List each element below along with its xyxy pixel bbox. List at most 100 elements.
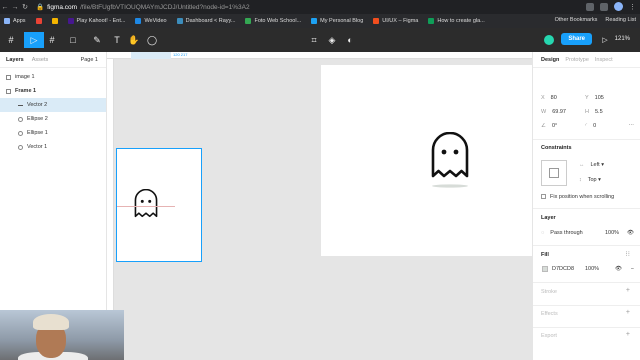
component-icon[interactable]: ⌗ (308, 32, 320, 48)
fill-swatch[interactable] (542, 266, 548, 272)
ghost-icon[interactable] (133, 189, 159, 225)
image-frame[interactable] (321, 65, 532, 256)
layer-row[interactable]: image 1 (0, 70, 106, 84)
more-options-icon[interactable]: ⋯ (629, 123, 635, 129)
layer-row[interactable]: Ellipse 1 (0, 126, 106, 140)
fill-hex[interactable]: D7DCD8 (552, 266, 574, 272)
layer-label: Ellipse 2 (27, 116, 48, 122)
extension-icon[interactable] (600, 2, 608, 11)
layer-label: Frame 1 (15, 88, 37, 94)
user-avatar[interactable] (544, 35, 554, 45)
tab-design[interactable]: Design (541, 57, 559, 63)
lock-icon: 🔒 (36, 4, 45, 11)
selected-vector-line[interactable] (117, 206, 175, 207)
bookmark-item[interactable] (51, 18, 58, 24)
zoom-level[interactable]: 121% (615, 36, 630, 42)
canvas[interactable]: 120 217 (107, 52, 532, 360)
tab-layers[interactable]: Layers (6, 57, 24, 63)
layer-label: Vector 2 (27, 102, 48, 108)
layer-row[interactable]: Ellipse 2 (0, 112, 106, 126)
hand-tool-icon[interactable]: ✋ (128, 32, 140, 48)
remove-fill-icon[interactable]: − (631, 266, 634, 272)
shape-tool-icon[interactable]: □ (66, 32, 80, 48)
frame-layer-icon (6, 88, 11, 94)
bookmark-favicon-icon (311, 18, 318, 24)
bookmark-item[interactable]: Apps (4, 18, 26, 24)
height-field[interactable]: H 5.5 (585, 109, 603, 115)
add-fill-icon[interactable]: ⁝⁝ (626, 250, 630, 258)
fill-title: Fill (541, 252, 549, 258)
tab-prototype[interactable]: Prototype (565, 57, 589, 63)
more-icon[interactable]: ⋮ (629, 3, 636, 11)
main-menu-icon[interactable]: # (4, 32, 18, 48)
constraints-title: Constraints (541, 145, 572, 151)
profile-avatar[interactable] (614, 2, 623, 11)
layer-opacity[interactable]: 100% (605, 230, 619, 236)
contrast-icon[interactable]: ◐ (344, 32, 356, 48)
bookmark-label: Apps (13, 18, 26, 24)
y-field[interactable]: Y 105 (585, 95, 604, 101)
comment-tool-icon[interactable]: ◯ (146, 32, 158, 48)
bookmark-item[interactable]: UI/UX – Figma (373, 18, 418, 24)
radius-field[interactable]: ◜ 0 (585, 123, 596, 129)
blend-mode-select[interactable]: ◌ Pass through (541, 230, 583, 236)
add-export-icon[interactable]: + (626, 331, 630, 338)
visibility-icon[interactable]: 👁 (627, 230, 634, 236)
extension-icon[interactable] (586, 2, 594, 11)
bookmarks-bar: Apps Play Kahoot! - Ent... WeVideo Dashboar… (0, 14, 640, 28)
layer-label: Vector 1 (27, 144, 48, 150)
ruler-label: 120 217 (173, 52, 188, 57)
ghost-icon[interactable] (430, 132, 470, 190)
effects-title: Effects (541, 311, 558, 317)
bookmark-item[interactable]: Play Kahoot! - Ent... (67, 18, 125, 24)
frame-1[interactable] (116, 148, 202, 262)
layer-row[interactable]: Frame 1 (0, 84, 106, 98)
image-layer-icon (6, 74, 11, 80)
pen-tool-icon[interactable]: ✎ (90, 32, 104, 48)
constraints-widget[interactable] (541, 160, 567, 186)
mask-icon[interactable]: ◈ (326, 32, 338, 48)
bookmark-item[interactable] (35, 18, 42, 24)
share-button[interactable]: Share (561, 33, 592, 45)
fix-position-checkbox[interactable]: Fix position when scrolling (541, 194, 614, 200)
width-field[interactable]: W 69.97 (541, 109, 566, 115)
bookmark-item[interactable]: My Personal Blog (311, 18, 363, 24)
reload-icon[interactable]: ↻ (20, 3, 30, 11)
add-stroke-icon[interactable]: + (626, 287, 630, 294)
bookmark-item[interactable]: Foto Web School... (245, 18, 301, 24)
add-effect-icon[interactable]: + (626, 309, 630, 316)
export-title: Export (541, 333, 557, 339)
tab-assets[interactable]: Assets (32, 57, 49, 63)
other-bookmarks[interactable]: Other Bookmarks (555, 17, 598, 23)
ellipse-layer-icon (18, 130, 23, 136)
bookmark-favicon-icon (4, 18, 10, 24)
url-host: figma.com (47, 3, 78, 11)
tab-inspect[interactable]: Inspect (595, 57, 613, 63)
present-icon[interactable]: ▷ (600, 32, 610, 48)
bookmark-item[interactable]: WeVideo (135, 18, 167, 24)
layer-row[interactable]: Vector 1 (0, 140, 106, 154)
stroke-title: Stroke (541, 289, 557, 295)
layer-label: image 1 (15, 74, 35, 80)
layer-label: Ellipse 1 (27, 130, 48, 136)
bookmark-favicon-icon (51, 18, 58, 24)
x-field[interactable]: X 80 (541, 95, 557, 101)
forward-icon[interactable]: → (10, 4, 20, 11)
bookmark-label: Foto Web School... (254, 18, 302, 24)
frame-tool-icon[interactable]: # (46, 32, 58, 48)
constraint-horizontal[interactable]: ↔ Left ▾ (579, 162, 604, 168)
reading-list[interactable]: Reading List (605, 17, 636, 23)
figma-toolbar: # ▷ # □ ✎ T ✋ ◯ ⌗ ◈ ◐ Share ▷ 121% (0, 28, 640, 52)
back-icon[interactable]: ← (0, 4, 10, 11)
fill-opacity[interactable]: 100% (585, 266, 599, 272)
url-field[interactable]: 🔒 figma.com/file/BtFUgfbVTIOUQMAYmJCDJ/U… (36, 3, 250, 12)
page-selector[interactable]: Page 1 (81, 57, 98, 63)
move-tool-icon[interactable]: ▷ (24, 32, 44, 48)
fill-visibility-icon[interactable]: 👁 (615, 266, 622, 272)
bookmark-item[interactable]: Dashboard < Rayy... (176, 18, 235, 24)
layer-row[interactable]: Vector 2 (0, 98, 106, 112)
constraint-vertical[interactable]: ↕ Top ▾ (579, 177, 601, 183)
rotation-field[interactable]: ∠ 0° (541, 123, 557, 129)
bookmark-item[interactable]: How to create gla... (428, 18, 485, 24)
text-tool-icon[interactable]: T (112, 32, 122, 48)
